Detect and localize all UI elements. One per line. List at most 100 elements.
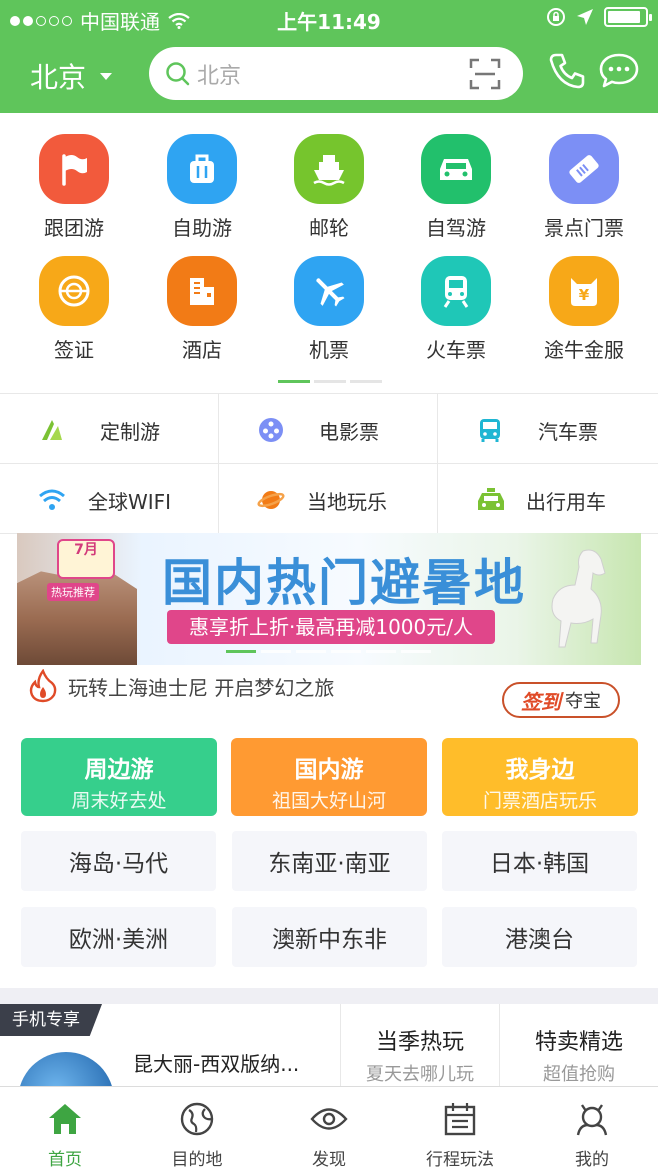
destination-japan-korea[interactable]: 日本·韩国	[442, 831, 637, 891]
banner-badge-caption: 热玩推荐	[47, 583, 99, 601]
calendar-icon	[444, 1103, 476, 1136]
tile-subtitle: 门票酒店玩乐	[482, 790, 597, 812]
plane-icon	[294, 256, 364, 326]
tile-title: 我身边	[505, 757, 575, 783]
tile-nearby-tour[interactable]: 周边游 周末好去处	[21, 738, 217, 816]
destination-southeast-asia[interactable]: 东南亚·南亚	[232, 831, 427, 891]
announcement-bar[interactable]: 玩转上海迪士尼 开启梦幻之旅	[28, 668, 334, 704]
tile-near-me[interactable]: 我身边 门票酒店玩乐	[442, 738, 638, 816]
service-custom-tour[interactable]: 定制游	[0, 394, 219, 464]
tile-subtitle: 周末好去处	[71, 790, 167, 812]
grid-item-group-tour[interactable]: 跟团游	[19, 134, 129, 241]
svg-text:¥: ¥	[579, 286, 590, 304]
tab-label: 我的	[575, 1150, 609, 1170]
grid-item-label: 跟团游	[44, 216, 104, 240]
tile-subtitle: 祖国大好山河	[271, 790, 386, 812]
announcement-text: 玩转上海迪士尼 开启梦幻之旅	[68, 675, 335, 700]
special-deals-link[interactable]: 特卖精选 超值抢购	[499, 1004, 658, 1086]
mobile-exclusive-tag: 手机专享	[0, 1004, 102, 1036]
promo-banner[interactable]: 7月 热玩推荐 国内热门避暑地 惠享折上折·最高再减1000元/人	[17, 533, 641, 665]
banner-page-indicator	[226, 650, 431, 653]
visa-icon	[39, 256, 109, 326]
grid-item-label: 邮轮	[309, 216, 349, 240]
ship-icon	[294, 134, 364, 204]
tab-home[interactable]: 首页	[15, 1099, 115, 1170]
grid-item-label: 自助游	[172, 216, 232, 240]
sign-in-label: 签到	[521, 689, 561, 714]
tab-itinerary[interactable]: 行程玩法	[410, 1099, 510, 1170]
service-label: 出行用车	[526, 490, 606, 514]
chevron-down-icon	[100, 72, 113, 80]
horse-illustration	[551, 549, 606, 648]
tab-label: 行程玩法	[426, 1150, 494, 1170]
secondary-services: 定制游 电影票 汽车票 全球WIFI 当地玩乐 出行用车	[0, 393, 658, 534]
grid-item-label: 途牛金服	[544, 338, 624, 362]
status-bar: 中国联通 上午11:49	[0, 0, 658, 38]
seasonal-hot-title: 当季热玩	[375, 1030, 464, 1055]
service-car-rental[interactable]: 出行用车	[438, 464, 658, 534]
tab-destinations[interactable]: 目的地	[147, 1099, 247, 1170]
search-placeholder: 北京	[197, 63, 242, 89]
tile-title: 周边游	[84, 757, 154, 783]
home-icon	[49, 1104, 81, 1134]
grid-item-attraction-tickets[interactable]: 景点门票	[529, 134, 639, 241]
banner-subtitle: 惠享折上折·最高再减1000元/人	[167, 610, 495, 644]
grid-page-indicator	[278, 380, 382, 383]
grid-item-self-drive[interactable]: 自驾游	[401, 134, 511, 241]
phone-icon[interactable]	[548, 52, 586, 90]
banner-badge: 7月	[57, 539, 115, 579]
header-bar: 中国联通 上午11:49 北京 北京	[0, 0, 658, 113]
grid-item-flights[interactable]: 机票	[274, 256, 384, 363]
bottom-tab-bar: 首页 目的地 发现 行程玩法 我的	[0, 1086, 658, 1170]
piggy-bank-icon: ¥	[549, 256, 619, 326]
chat-icon[interactable]	[598, 52, 640, 90]
destination-maldives[interactable]: 海岛·马代	[21, 831, 216, 891]
banner-title: 国内热门避暑地	[162, 554, 526, 612]
service-movie-tickets[interactable]: 电影票	[219, 394, 438, 464]
scan-icon[interactable]	[469, 58, 501, 90]
hotel-icon	[167, 256, 237, 326]
grid-item-train-tickets[interactable]: 火车票	[401, 256, 511, 363]
seasonal-hot-subtitle: 夏天去哪儿玩	[366, 1064, 474, 1085]
service-bus-tickets[interactable]: 汽车票	[438, 394, 658, 464]
film-reel-icon	[259, 418, 283, 442]
city-selector[interactable]: 北京	[30, 56, 113, 96]
grid-item-cruise[interactable]: 邮轮	[274, 134, 384, 241]
service-label: 汽车票	[538, 420, 598, 444]
globe-icon	[180, 1102, 214, 1136]
bus-icon	[480, 419, 500, 442]
search-input[interactable]: 北京	[149, 47, 523, 100]
grid-item-hotel[interactable]: 酒店	[147, 256, 257, 363]
destination-europe-america[interactable]: 欧洲·美洲	[21, 907, 216, 967]
tile-title: 国内游	[294, 757, 364, 783]
service-global-wifi[interactable]: 全球WIFI	[0, 464, 219, 534]
service-local-fun[interactable]: 当地玩乐	[219, 464, 438, 534]
destination-hk-macau-taiwan[interactable]: 港澳台	[442, 907, 637, 967]
promo-title[interactable]: 昆大丽-西双版纳...	[133, 1048, 299, 1077]
destination-oceania-mideast-africa[interactable]: 澳新中东非	[232, 907, 427, 967]
tab-label: 发现	[312, 1150, 346, 1170]
luggage-icon	[167, 134, 237, 204]
custom-tour-icon	[42, 420, 62, 440]
grid-item-visa[interactable]: 签证	[19, 256, 129, 363]
grid-item-independent-tour[interactable]: 自助游	[147, 134, 257, 241]
seasonal-hot-link[interactable]: 当季热玩 夏天去哪儿玩	[340, 1004, 499, 1086]
tab-me[interactable]: 我的	[542, 1099, 642, 1170]
train-icon	[421, 256, 491, 326]
service-label: 当地玩乐	[307, 490, 387, 514]
tab-discover[interactable]: 发现	[279, 1099, 379, 1170]
fire-icon	[29, 669, 57, 703]
rotation-lock-icon	[547, 8, 565, 26]
service-label: 全球WIFI	[88, 490, 172, 514]
sign-in-button[interactable]: 签到 夺宝	[502, 682, 620, 718]
treasure-label: 夺宝	[565, 691, 601, 712]
tab-label: 目的地	[171, 1150, 223, 1170]
ticket-icon	[549, 134, 619, 204]
tab-label: 首页	[48, 1150, 82, 1170]
car-icon	[421, 134, 491, 204]
special-deals-subtitle: 超值抢购	[543, 1064, 615, 1085]
tile-domestic-tour[interactable]: 国内游 祖国大好山河	[231, 738, 427, 816]
grid-item-finance[interactable]: ¥ 途牛金服	[529, 256, 639, 363]
service-label: 定制游	[100, 420, 160, 444]
grid-item-label: 机票	[309, 338, 349, 362]
